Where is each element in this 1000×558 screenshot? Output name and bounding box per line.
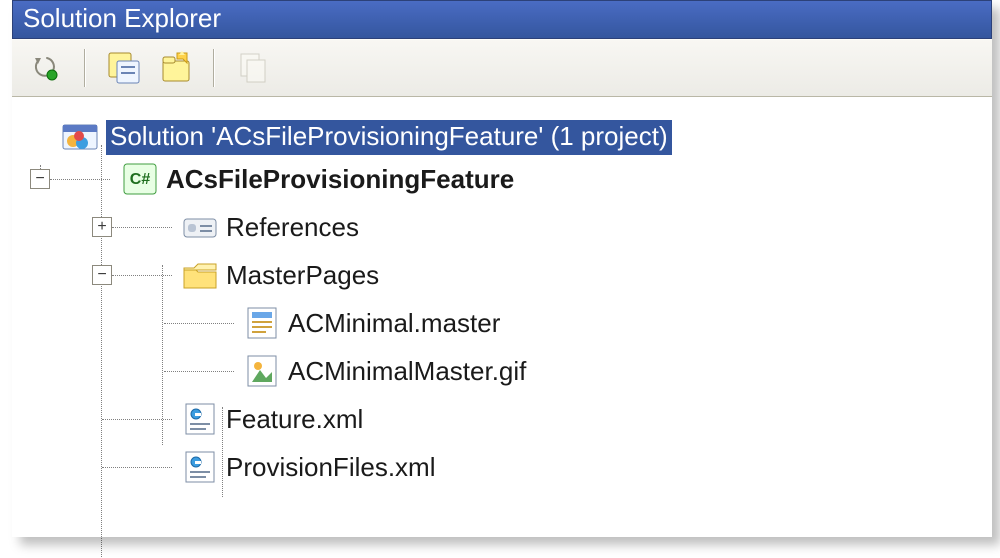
file-node-master[interactable]: ACMinimal.master: [12, 299, 992, 347]
references-icon: [182, 209, 218, 245]
window-title: Solution Explorer: [23, 3, 221, 33]
toolbar-separator: [84, 49, 85, 87]
toolbar-separator: [213, 49, 214, 87]
expander-expand[interactable]: +: [92, 217, 112, 237]
project-node[interactable]: − C# ACsFileProvisioningFeature: [12, 155, 992, 203]
show-all-icon: [157, 51, 191, 85]
refresh-button[interactable]: [24, 47, 66, 89]
image-file-icon: [244, 353, 280, 389]
solution-label: Solution 'ACsFileProvisioningFeature' (1…: [106, 120, 672, 155]
properties-button[interactable]: [103, 47, 145, 89]
file-label: ProvisionFiles.xml: [226, 452, 436, 483]
expander-collapse[interactable]: −: [92, 265, 112, 285]
folder-label: MasterPages: [226, 260, 379, 291]
show-all-files-button[interactable]: [153, 47, 195, 89]
project-name: ACsFileProvisioningFeature: [166, 164, 514, 195]
properties-icon: [107, 51, 141, 85]
references-node[interactable]: + References: [12, 203, 992, 251]
tree-view[interactable]: Solution 'ACsFileProvisioningFeature' (1…: [12, 97, 992, 537]
master-page-icon: [244, 305, 280, 341]
copy-button[interactable]: [232, 47, 274, 89]
solution-explorer-window: Solution Explorer: [12, 0, 992, 537]
expander-collapse[interactable]: −: [30, 169, 50, 189]
copy-icon: [237, 52, 269, 84]
xml-file-icon: [182, 401, 218, 437]
file-label: ACMinimal.master: [288, 308, 500, 339]
folder-icon: [182, 257, 218, 293]
file-node-gif[interactable]: ACMinimalMaster.gif: [12, 347, 992, 395]
svg-text:C#: C#: [130, 171, 151, 188]
folder-node-masterpages[interactable]: − MasterPages: [12, 251, 992, 299]
solution-icon: [62, 119, 98, 155]
file-label: Feature.xml: [226, 404, 363, 435]
refresh-icon: [29, 52, 61, 84]
references-label: References: [226, 212, 359, 243]
file-label: ACMinimalMaster.gif: [288, 356, 526, 387]
xml-file-icon: [182, 449, 218, 485]
csharp-project-icon: C#: [122, 161, 158, 197]
solution-node[interactable]: Solution 'ACsFileProvisioningFeature' (1…: [12, 113, 992, 161]
titlebar: Solution Explorer: [12, 0, 992, 39]
toolbar: [12, 39, 992, 97]
file-node-feature[interactable]: Feature.xml: [12, 395, 992, 443]
file-node-provision[interactable]: ProvisionFiles.xml: [12, 443, 992, 491]
